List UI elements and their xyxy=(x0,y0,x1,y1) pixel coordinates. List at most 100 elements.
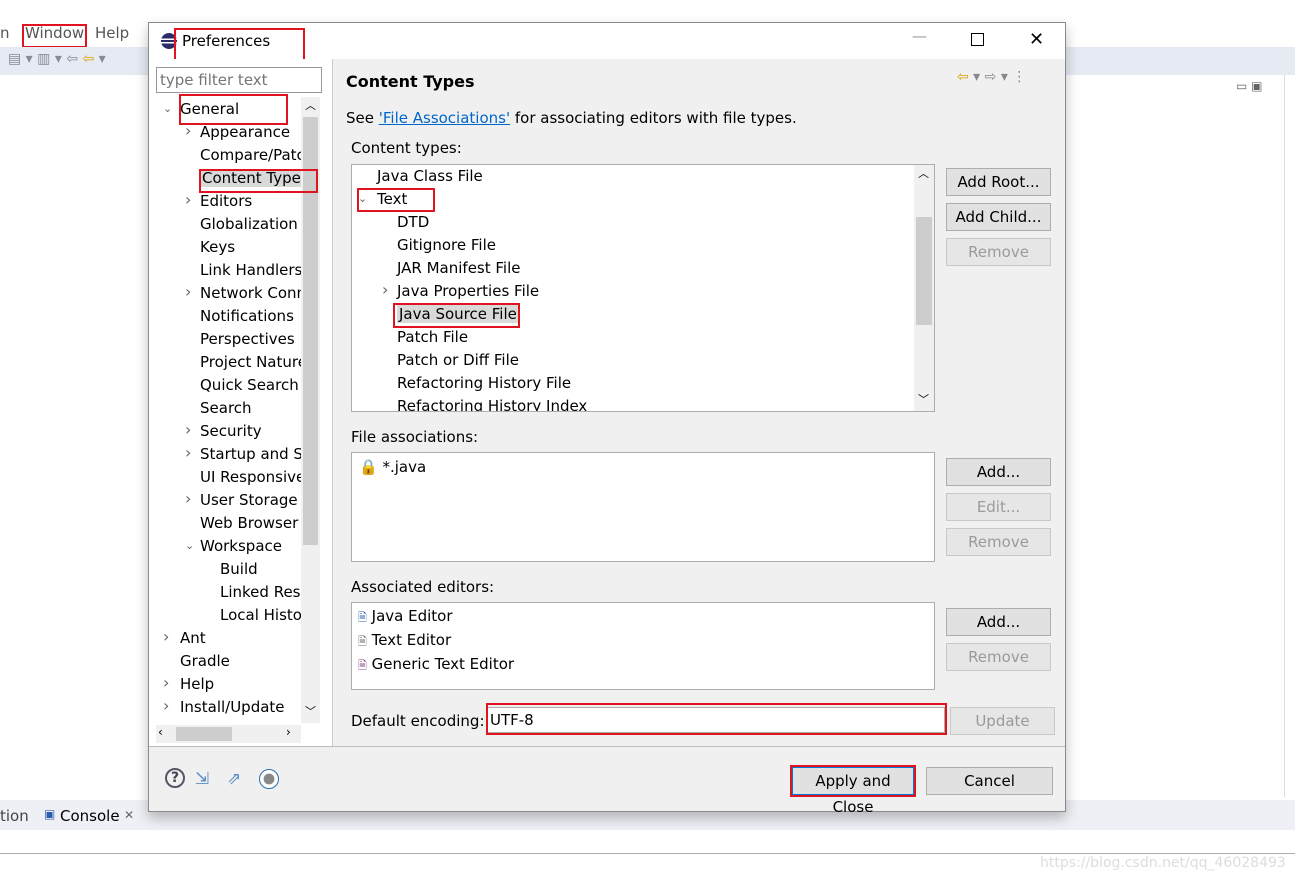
add-editor-button[interactable]: Add... xyxy=(946,608,1051,636)
minimize-maximize-icons[interactable]: ▭ ▣ xyxy=(1236,79,1263,93)
tree-item[interactable]: Install/Update xyxy=(180,696,285,718)
chevron-right-icon[interactable]: › xyxy=(163,673,169,692)
tab-partial[interactable]: tion xyxy=(0,807,29,825)
tree-item[interactable]: Notifications xyxy=(200,305,294,327)
chevron-right-icon[interactable]: › xyxy=(185,420,191,439)
minimize-icon[interactable]: — xyxy=(912,27,927,45)
page-nav-icons[interactable]: ⇦ ▾ ⇨ ▾ ⋮ xyxy=(957,69,1026,85)
tree-item[interactable]: Quick Search xyxy=(200,374,299,396)
tree-item[interactable]: Compare/Patch xyxy=(200,144,301,166)
add-child-button[interactable]: Add Child... xyxy=(946,203,1051,231)
filter-input[interactable] xyxy=(156,67,322,93)
scroll-thumb[interactable] xyxy=(916,217,932,325)
tree-item[interactable]: Gradle xyxy=(180,650,230,672)
record-icon[interactable] xyxy=(259,769,279,789)
help-icon[interactable]: ? xyxy=(165,768,185,788)
tree-item[interactable]: Java Properties File xyxy=(397,280,539,302)
chevron-right-icon[interactable]: › xyxy=(185,121,191,140)
chevron-right-icon[interactable]: › xyxy=(185,282,191,301)
scroll-down-icon[interactable]: ﹀ xyxy=(918,391,929,407)
tree-hscrollbar[interactable]: ‹ › xyxy=(156,725,301,743)
tree-item[interactable]: Linked Resources xyxy=(220,581,301,603)
remove-editor-button[interactable]: Remove xyxy=(946,643,1051,671)
apply-and-close-button[interactable]: Apply and Close xyxy=(792,767,914,816)
chevron-right-icon[interactable]: › xyxy=(185,489,191,508)
tree-item[interactable]: Network Connections xyxy=(200,282,301,304)
remove-content-type-button[interactable]: Remove xyxy=(946,238,1051,266)
maximize-icon[interactable] xyxy=(971,33,984,46)
toolbar-icons[interactable]: ▤ ▾ ▥ ▾ ⇦ ⇦ ▾ xyxy=(8,51,106,67)
tree-item[interactable]: Web Browser xyxy=(200,512,298,534)
export-icon[interactable]: ⇗ xyxy=(227,769,241,789)
list-item[interactable]: 🗎 Java Editor xyxy=(358,605,453,627)
tree-item[interactable]: Perspectives xyxy=(200,328,295,350)
remove-file-assoc-button[interactable]: Remove xyxy=(946,528,1051,556)
chevron-right-icon[interactable]: › xyxy=(185,190,191,209)
tree-item[interactable]: Gitignore File xyxy=(397,234,496,256)
tree-item[interactable]: Java Class File xyxy=(377,165,483,187)
list-item[interactable]: 🗎 Generic Text Editor xyxy=(358,653,514,675)
import-icon[interactable]: ⇲ xyxy=(195,769,209,789)
scroll-thumb[interactable] xyxy=(303,117,318,545)
chevron-down-icon[interactable]: ⌄ xyxy=(185,539,194,552)
tree-item[interactable]: JAR Manifest File xyxy=(397,257,521,279)
file-associations-link[interactable]: 'File Associations' xyxy=(379,109,510,127)
tree-item[interactable]: Security xyxy=(200,420,262,442)
scroll-right-icon[interactable]: › xyxy=(286,725,291,739)
tree-item[interactable]: Appearance xyxy=(200,121,290,143)
tree-item[interactable]: UI Responsiveness xyxy=(200,466,301,488)
tree-vscrollbar[interactable]: ︿ ﹀ xyxy=(301,97,320,723)
list-item[interactable]: 🔒 *.java xyxy=(359,456,426,478)
tab-console[interactable]: Console xyxy=(60,807,120,825)
tree-item[interactable]: Workspace xyxy=(200,535,282,557)
add-root-button[interactable]: Add Root... xyxy=(946,168,1051,196)
close-icon[interactable]: ✕ xyxy=(124,808,134,822)
tree-item[interactable]: Editors xyxy=(200,190,252,212)
file-associations-list[interactable]: 🔒 *.java xyxy=(351,452,935,562)
tree-item[interactable]: Refactoring History File xyxy=(397,372,571,394)
scroll-up-icon[interactable]: ︿ xyxy=(305,97,316,113)
tree-item[interactable]: Patch or Diff File xyxy=(397,349,519,371)
tree-item[interactable]: Build xyxy=(220,558,258,580)
chevron-right-icon[interactable]: › xyxy=(185,443,191,462)
tree-item[interactable]: Text xyxy=(377,188,407,210)
close-icon[interactable]: ✕ xyxy=(1029,29,1044,50)
tree-item[interactable]: Search xyxy=(200,397,252,419)
menu-window[interactable]: Window xyxy=(25,24,84,42)
cancel-button[interactable]: Cancel xyxy=(926,767,1053,795)
tree-item[interactable]: Java Source File xyxy=(397,303,519,325)
chevron-down-icon[interactable]: ⌄ xyxy=(358,192,367,205)
tree-item[interactable]: Link Handlers xyxy=(200,259,301,281)
menu-item-partial[interactable]: n xyxy=(0,24,10,42)
tree-item[interactable]: DTD xyxy=(397,211,429,233)
menu-help[interactable]: Help xyxy=(95,24,129,42)
associated-editors-list[interactable]: 🗎 Java Editor 🗎 Text Editor 🗎 Generic Te… xyxy=(351,602,935,690)
tree-item[interactable]: Ant xyxy=(180,627,206,649)
tree-item[interactable]: Startup and Shutdown xyxy=(200,443,301,465)
tree-item[interactable]: Globalization xyxy=(200,213,298,235)
chevron-down-icon[interactable]: ⌄ xyxy=(163,102,172,115)
tree-item[interactable]: User Storage xyxy=(200,489,298,511)
chevron-right-icon[interactable]: › xyxy=(382,280,388,299)
tree-item[interactable]: Keys xyxy=(200,236,235,258)
tree-item[interactable]: Content Types xyxy=(200,167,301,189)
tree-item[interactable]: General xyxy=(180,98,239,120)
scroll-left-icon[interactable]: ‹ xyxy=(158,725,163,739)
list-item[interactable]: 🗎 Text Editor xyxy=(358,629,451,651)
update-button[interactable]: Update xyxy=(950,707,1055,735)
edit-file-assoc-button[interactable]: Edit... xyxy=(946,493,1051,521)
ct-vscrollbar[interactable]: ︿ ﹀ xyxy=(914,165,934,411)
scroll-down-icon[interactable]: ﹀ xyxy=(305,703,316,719)
default-encoding-input[interactable] xyxy=(487,707,945,733)
tree-item[interactable]: Local History xyxy=(220,604,301,626)
tree-item[interactable]: Patch File xyxy=(397,326,468,348)
tree-item[interactable]: Help xyxy=(180,673,214,695)
add-file-assoc-button[interactable]: Add... xyxy=(946,458,1051,486)
chevron-right-icon[interactable]: › xyxy=(163,627,169,646)
tree-item[interactable]: Refactoring History Index xyxy=(397,395,587,411)
hscroll-thumb[interactable] xyxy=(176,727,232,741)
tree-item[interactable]: Project Natures xyxy=(200,351,301,373)
chevron-right-icon[interactable]: › xyxy=(163,696,169,715)
content-types-tree[interactable]: Java Class File Text ⌄ DTD Gitignore File JAR… xyxy=(351,164,935,412)
scroll-up-icon[interactable]: ︿ xyxy=(918,165,929,181)
